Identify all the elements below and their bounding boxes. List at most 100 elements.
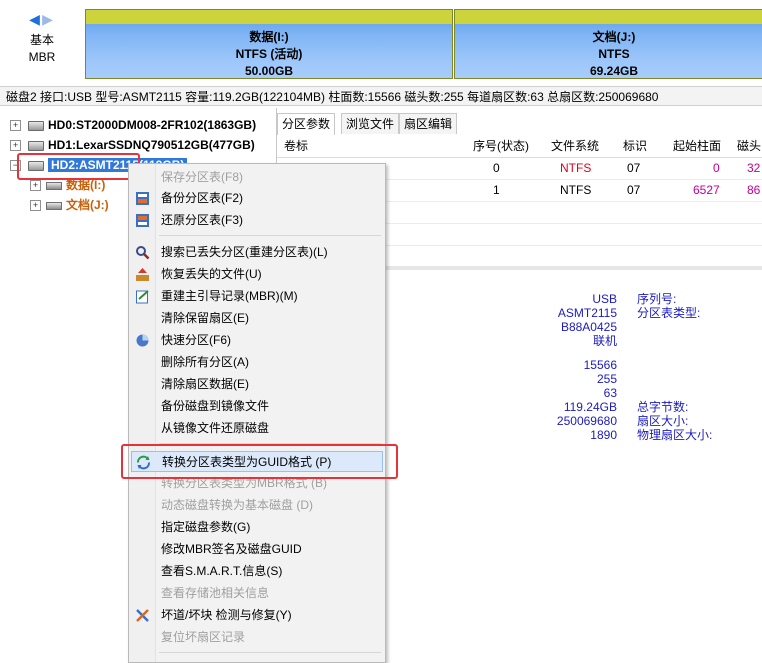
menu-item-label: 恢复丢失的文件(U) [161,267,262,281]
col-start-cylinder[interactable]: 起始柱面 [673,135,721,157]
total-bytes-label: 总字节数: [637,400,689,414]
col-head[interactable]: 磁头 [737,135,761,157]
partition-block-j[interactable]: 文档(J:) NTFS 69.24GB [454,9,762,79]
cell-id: 07 [627,161,641,175]
menu-separator [159,235,381,236]
menu-item-dynamic-to-basic[interactable]: 动态磁盘转换为基本磁盘 (D) [129,495,385,516]
serial-label: 序列号: [637,292,677,306]
menu-item-clear-sector-data[interactable]: 清除扇区数据(E) [129,374,385,395]
menu-item-label: 清除扇区数据(E) [161,377,249,391]
menu-item-label: 修改MBR签名及磁盘GUID [161,542,302,556]
interface-value: USB [592,292,617,306]
quick-partition-icon [136,334,149,347]
highlight-box-convert-guid [121,444,398,479]
menu-item-smart-info[interactable]: 查看S.M.A.R.T.信息(S) [129,561,385,582]
menu-item-label: 从镜像文件还原磁盘 [161,421,270,435]
cell-start-cylinder: 6527 [693,183,720,197]
menu-item-disk-params[interactable]: 指定磁盘参数(G) [129,517,385,538]
tree-item-label: HD0:ST2000DM008-2FR102(1863GB) [48,118,257,132]
menu-item-label: 重建主引导记录(MBR)(M) [161,289,298,303]
expand-icon[interactable]: + [30,180,41,191]
disk-info-bar: 磁盘2 接口:USB 型号:ASMT2115 容量:119.2GB(122104… [0,86,762,106]
menu-item-label: 备份分区表(F2) [161,191,243,205]
partition-block-i[interactable]: 数据(I:) NTFS (活动) 50.00GB [85,9,453,79]
tree-item-label: HD1:LexarSSDNQ790512GB(477GB) [48,138,255,152]
menu-item-label: 搜索已丢失分区(重建分区表)(L) [161,245,328,259]
menu-item-label: 快速分区(F6) [161,333,231,347]
total-sectors-value: 250069680 [556,414,617,428]
expand-icon[interactable]: + [30,200,41,211]
backup-table-icon [136,192,149,205]
physical-sector-size-label: 物理扇区大小: [637,428,713,442]
menu-item-storage-pool-info[interactable]: 查看存储池相关信息 [129,583,385,604]
menu-item-save-table[interactable]: 保存分区表(F8) [129,167,385,188]
disk-context-menu: 保存分区表(F8) 备份分区表(F2) 还原分区表(F3) 搜索已丢失分区(重建… [128,163,386,663]
menu-item-label: 还原分区表(F3) [161,213,243,227]
partition-fs: NTFS (活动) [235,47,303,61]
status-value: 联机 [592,334,617,348]
col-volume-label[interactable]: 卷标 [284,135,308,157]
table-type-label: 分区表类型: [637,306,701,320]
cell-start-cylinder: 0 [713,161,720,175]
search-icon [136,246,150,260]
menu-item-clear-reserved-sectors[interactable]: 清除保留扇区(E) [129,308,385,329]
tree-item-label: 文档(J:) [66,198,109,212]
heads-value: 255 [596,372,617,386]
col-filesystem[interactable]: 文件系统 [551,135,599,157]
expand-icon[interactable]: + [10,140,21,151]
partition-size: 69.24GB [589,64,639,78]
partition-table-header: 卷标 序号(状态) 文件系统 标识 起始柱面 磁头 [277,135,762,158]
cylinders-value: 15566 [583,358,617,372]
cell-index: 1 [493,183,500,197]
hard-disk-icon [28,140,44,151]
menu-item-recover-files[interactable]: 恢复丢失的文件(U) [129,264,385,285]
tab-partition-params[interactable]: 分区参数 [277,113,336,135]
sector-size-label: 扇区大小: [637,414,689,428]
expand-icon[interactable]: + [10,120,21,131]
menu-item-label: 删除所有分区(A) [161,355,249,369]
menu-item-label: 查看存储池相关信息 [161,586,270,600]
sectors-per-track-value: 63 [603,386,617,400]
menu-item-label: 坏道/坏块 检测与修复(Y) [161,608,292,622]
menu-item-reset-bad-sector-records[interactable]: 复位坏扇区记录 [129,627,385,648]
menu-item-label: 查看S.M.A.R.T.信息(S) [161,564,283,578]
forward-arrow-icon[interactable]: ▶ [41,11,54,28]
highlight-box-hd2 [17,153,140,180]
menu-item-backup-table[interactable]: 备份分区表(F2) [129,188,385,209]
cell-filesystem: NTFS [560,161,592,175]
col-index-status[interactable]: 序号(状态) [473,135,529,157]
capacity-value: 119.24GB [563,400,617,414]
back-arrow-icon[interactable]: ◀ [28,11,41,28]
menu-item-label: 保存分区表(F8) [161,170,243,184]
partition-style: MBR [28,50,56,64]
menu-item-restore-disk-image[interactable]: 从镜像文件还原磁盘 [129,418,385,439]
disk-nav-arrows[interactable]: ◀ ▶ [28,11,58,29]
tree-item-label: 数据(I:) [66,178,106,192]
menu-item-backup-disk-image[interactable]: 备份磁盘到镜像文件 [129,396,385,417]
cell-filesystem: NTFS [560,183,592,197]
menu-item-search-lost-partitions[interactable]: 搜索已丢失分区(重建分区表)(L) [129,242,385,263]
cell-head: 32 [747,161,761,175]
menu-item-label: 指定磁盘参数(G) [161,520,251,534]
menu-item-label: 动态磁盘转换为基本磁盘 (D) [161,498,313,512]
menu-item-modify-mbr-signature[interactable]: 修改MBR签名及磁盘GUID [129,539,385,560]
cell-head: 86 [747,183,761,197]
menu-item-restore-table[interactable]: 还原分区表(F3) [129,210,385,231]
col-id[interactable]: 标识 [623,135,647,157]
model-value: ASMT2115 [557,306,617,320]
menu-item-bad-sector-check[interactable]: 坏道/坏块 检测与修复(Y) [129,605,385,626]
tab-sector-edit[interactable]: 扇区编辑 [399,113,458,134]
partition-size: 50.00GB [244,64,294,78]
menu-item-delete-all-partitions[interactable]: 删除所有分区(A) [129,352,385,373]
menu-item-rebuild-mbr[interactable]: 重建主引导记录(MBR)(M) [129,286,385,307]
menu-item-label: 复位坏扇区记录 [161,630,246,644]
menu-item-quick-partition[interactable]: 快速分区(F6) [129,330,385,351]
tools-icon [136,609,149,622]
menu-item-label: 清除保留扇区(E) [161,311,249,325]
disk-kind-label: 基本 MBR [0,32,84,66]
cell-index: 0 [493,161,500,175]
partition-fs: NTFS [598,47,630,61]
disk-signature-value: B88A0425 [560,320,617,334]
tab-browse-files[interactable]: 浏览文件 [341,113,400,134]
volume-icon [46,201,62,210]
